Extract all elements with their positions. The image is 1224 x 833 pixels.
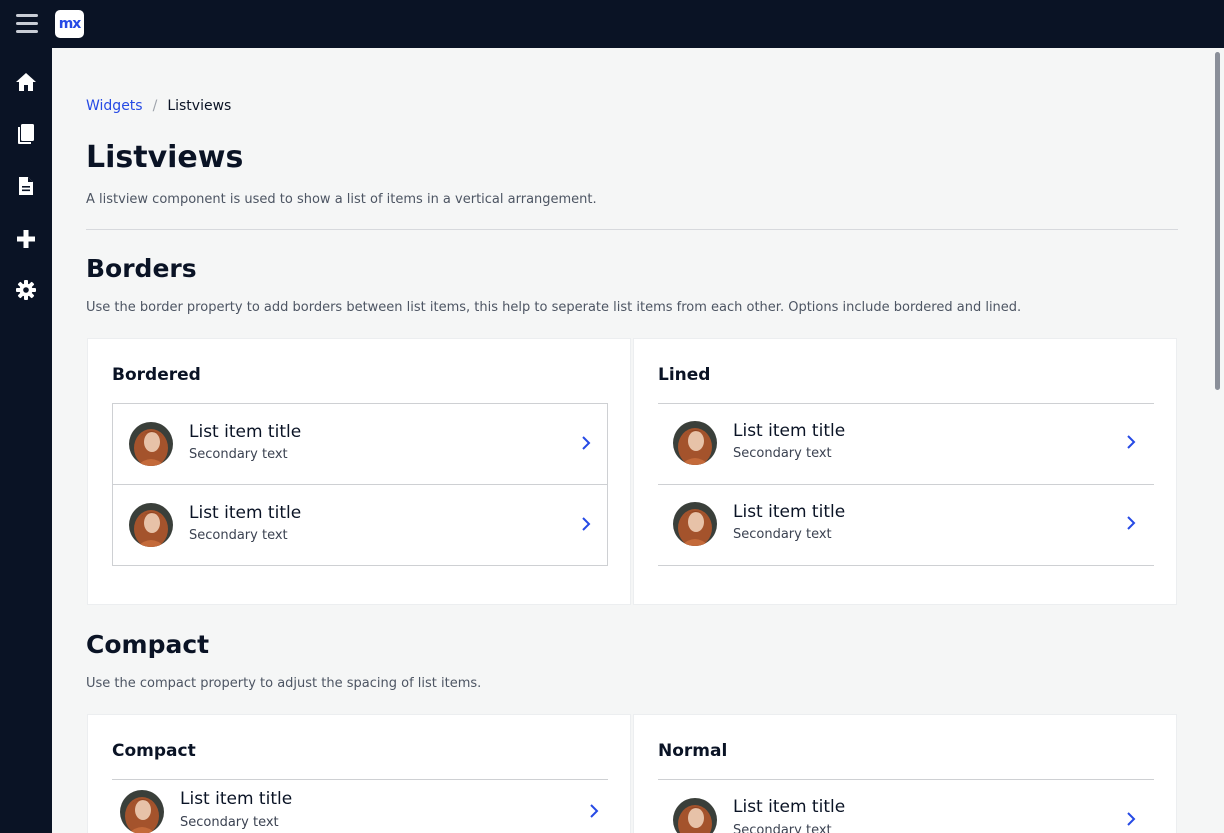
list-item[interactable]: List item title Secondary text xyxy=(658,403,1154,485)
list-item-title: List item title xyxy=(733,421,846,441)
card-title: Normal xyxy=(658,741,728,761)
scrollbar-thumb[interactable] xyxy=(1215,52,1220,390)
list-item-secondary: Secondary text xyxy=(733,823,832,833)
list-item[interactable]: List item title Secondary text xyxy=(658,485,1154,566)
book-icon xyxy=(18,124,34,144)
page-description: A listview component is used to show a l… xyxy=(86,192,597,207)
card-lined: Lined List item title Secondary text Lis… xyxy=(633,338,1177,605)
list-item-secondary: Secondary text xyxy=(733,446,832,461)
breadcrumb: Widgets / Listviews xyxy=(86,98,231,114)
sidebar-item-settings[interactable] xyxy=(0,264,52,316)
top-bar: mx xyxy=(0,0,1224,48)
sidebar-item-home[interactable] xyxy=(0,56,52,108)
avatar xyxy=(673,502,717,546)
list-item[interactable]: List item title Secondary text xyxy=(112,484,608,566)
card-bordered: Bordered List item title Secondary text … xyxy=(87,338,631,605)
breadcrumb-separator: / xyxy=(152,98,158,114)
gear-icon xyxy=(16,280,36,300)
divider xyxy=(86,229,1178,230)
avatar xyxy=(129,422,173,466)
file-icon xyxy=(19,177,33,195)
section-title-compact: Compact xyxy=(86,630,210,659)
scrollbar[interactable] xyxy=(1211,48,1224,833)
chevron-right-icon xyxy=(582,436,591,450)
chevron-right-icon xyxy=(1127,435,1136,449)
home-icon xyxy=(16,73,36,91)
section-title-borders: Borders xyxy=(86,254,197,283)
sidebar xyxy=(0,48,52,833)
card-compact: Compact List item title Secondary text xyxy=(87,714,631,833)
section-description-compact: Use the compact property to adjust the s… xyxy=(86,676,482,691)
list-item-secondary: Secondary text xyxy=(733,527,832,542)
plus-icon xyxy=(17,230,35,248)
main-content: Widgets / Listviews Listviews A listview c… xyxy=(52,48,1211,833)
avatar xyxy=(129,503,173,547)
list-item-title: List item title xyxy=(189,422,302,442)
sidebar-item-file[interactable] xyxy=(0,160,52,212)
avatar xyxy=(673,421,717,465)
sidebar-item-book[interactable] xyxy=(0,108,52,160)
card-title: Lined xyxy=(658,365,711,385)
breadcrumb-current: Listviews xyxy=(167,98,232,114)
list-item-title: List item title xyxy=(733,797,846,817)
avatar xyxy=(673,798,717,833)
chevron-right-icon xyxy=(1127,516,1136,530)
list-item-secondary: Secondary text xyxy=(180,815,279,830)
card-title: Bordered xyxy=(112,365,201,385)
breadcrumb-widgets-link[interactable]: Widgets xyxy=(86,98,143,114)
card-title: Compact xyxy=(112,741,196,761)
menu-icon[interactable] xyxy=(16,14,38,34)
avatar xyxy=(120,790,164,833)
list-item[interactable]: List item title Secondary text xyxy=(112,403,608,485)
list-item[interactable]: List item title Secondary text xyxy=(112,779,608,833)
list-item-secondary: Secondary text xyxy=(189,447,288,462)
list-item-title: List item title xyxy=(189,503,302,523)
section-description-borders: Use the border property to add borders b… xyxy=(86,300,1022,315)
list-item-secondary: Secondary text xyxy=(189,528,288,543)
chevron-right-icon xyxy=(590,804,599,818)
list-item[interactable]: List item title Secondary text xyxy=(658,779,1154,833)
chevron-right-icon xyxy=(1127,812,1136,826)
page-title: Listviews xyxy=(86,140,244,175)
app-logo[interactable]: mx xyxy=(55,10,84,38)
card-normal: Normal List item title Secondary text xyxy=(633,714,1177,833)
list-item-title: List item title xyxy=(180,789,293,809)
sidebar-item-add[interactable] xyxy=(0,213,52,265)
chevron-right-icon xyxy=(582,517,591,531)
list-item-title: List item title xyxy=(733,502,846,522)
